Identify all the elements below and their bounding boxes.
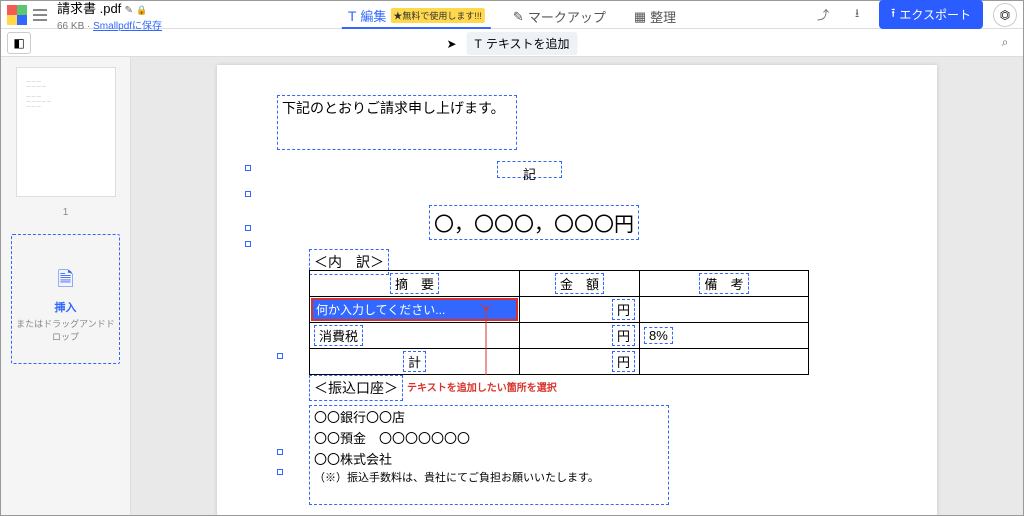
- search-icon[interactable]: ⌕: [993, 32, 1017, 54]
- detail-table[interactable]: 摘 要 金 額 備 考 何か入力してください... 円 消費税 円 8% 計 円: [309, 270, 809, 375]
- bank-line: 〇〇預金 〇〇〇〇〇〇〇: [314, 429, 664, 450]
- page-thumbnail[interactable]: — — —— — — —— — —— — — — —— — —: [16, 67, 116, 197]
- text-marker[interactable]: [277, 449, 283, 455]
- text-input[interactable]: 何か入力してください...: [311, 298, 518, 321]
- text-marker[interactable]: [245, 241, 251, 247]
- total-amount[interactable]: 〇，〇〇〇，〇〇〇円: [429, 205, 639, 240]
- tax-rate[interactable]: 8%: [644, 327, 673, 344]
- total-label[interactable]: 計: [403, 351, 426, 372]
- insert-dropzone[interactable]: 🗎 挿入 またはドラッグアンドドロップ: [11, 234, 120, 364]
- th-amount[interactable]: 金 額: [555, 273, 604, 294]
- file-title: 請求書 .pdf 66 KB · Smallpdfに保存: [53, 0, 162, 32]
- yen-cell[interactable]: 円: [612, 299, 635, 320]
- grid-icon: ▦: [634, 9, 646, 25]
- th-desc[interactable]: 摘 要: [390, 273, 439, 294]
- lock-icon: [136, 2, 147, 16]
- tab-edit[interactable]: T編集★無料で使用します!!!: [342, 4, 491, 29]
- app-logo-icon: [7, 5, 27, 25]
- export-icon: ⭱: [891, 4, 895, 25]
- document-page[interactable]: 下記のとおりご請求申し上げます。 記 〇，〇〇〇，〇〇〇円 ＜内 訳＞ 摘 要 …: [217, 65, 937, 515]
- main: — — —— — — —— — —— — — — —— — — 1 🗎 挿入 ま…: [1, 57, 1023, 515]
- download-icon[interactable]: ⭳: [845, 4, 869, 26]
- bank-line: 〇〇株式会社: [314, 450, 664, 471]
- smallpdf-save-link[interactable]: Smallpdfに保存: [93, 21, 162, 32]
- bank-info[interactable]: 〇〇銀行〇〇店 〇〇預金 〇〇〇〇〇〇〇 〇〇株式会社 （※）振込手数料は、貴社…: [309, 405, 669, 505]
- text-marker[interactable]: [245, 191, 251, 197]
- sidebar-toggle-icon[interactable]: ◧: [7, 32, 31, 54]
- th-notes[interactable]: 備 考: [699, 273, 748, 294]
- text-marker[interactable]: [277, 469, 283, 475]
- intro-text[interactable]: 下記のとおりご請求申し上げます。: [277, 95, 517, 150]
- tab-markup[interactable]: ✎マークアップ: [507, 5, 612, 28]
- insert-icon: 🗎: [16, 265, 115, 299]
- top-tabs: T編集★無料で使用します!!! ✎マークアップ ▦整理: [342, 4, 682, 29]
- text-marker[interactable]: [245, 165, 251, 171]
- export-button[interactable]: ⭱エクスポート: [879, 0, 983, 29]
- top-right: ⤴ ⭳ ⭱エクスポート ⏣: [811, 0, 1017, 29]
- file-name: 請求書 .pdf: [57, 1, 121, 16]
- bank-note: （※）振込手数料は、貴社にてご負担お願いいたします。: [314, 470, 664, 488]
- menu-icon[interactable]: [33, 9, 47, 21]
- insert-label: 挿入: [16, 299, 115, 315]
- account-label[interactable]: ＜振込口座＞: [309, 375, 403, 401]
- share-icon[interactable]: ⤴: [811, 4, 835, 26]
- pen-icon: ✎: [513, 9, 524, 25]
- topbar: 請求書 .pdf 66 KB · Smallpdfに保存 T編集★無料で使用しま…: [1, 1, 1023, 29]
- tab-organize[interactable]: ▦整理: [628, 5, 682, 28]
- ki-label[interactable]: 記: [497, 161, 562, 178]
- text-marker[interactable]: [245, 225, 251, 231]
- text-marker[interactable]: [277, 353, 283, 359]
- free-badge: ★無料で使用します!!!: [390, 8, 485, 23]
- annotation-text: テキストを追加したい箇所を選択: [407, 379, 557, 394]
- text-icon: T: [348, 8, 357, 24]
- insert-sublabel: またはドラッグアンドドロップ: [16, 317, 115, 343]
- thumbnail-number: 1: [11, 207, 120, 218]
- yen-cell[interactable]: 円: [612, 325, 635, 346]
- toolbar: ◧ ➤ Tテキストを追加 ⌕: [1, 29, 1023, 57]
- add-text-icon: T: [475, 37, 482, 51]
- yen-cell[interactable]: 円: [612, 351, 635, 372]
- thumbnail-sidebar: — — —— — — —— — —— — — — —— — — 1 🗎 挿入 ま…: [1, 57, 131, 515]
- user-icon[interactable]: ⏣: [993, 3, 1017, 27]
- tax-label[interactable]: 消費税: [314, 325, 363, 346]
- canvas[interactable]: 下記のとおりご請求申し上げます。 記 〇，〇〇〇，〇〇〇円 ＜内 訳＞ 摘 要 …: [131, 57, 1023, 515]
- rename-icon[interactable]: [125, 2, 133, 16]
- bank-line: 〇〇銀行〇〇店: [314, 408, 664, 429]
- file-meta: 66 KB · Smallpdfに保存: [57, 17, 162, 32]
- cursor-icon[interactable]: ➤: [446, 37, 456, 51]
- add-text-button[interactable]: Tテキストを追加: [467, 32, 578, 55]
